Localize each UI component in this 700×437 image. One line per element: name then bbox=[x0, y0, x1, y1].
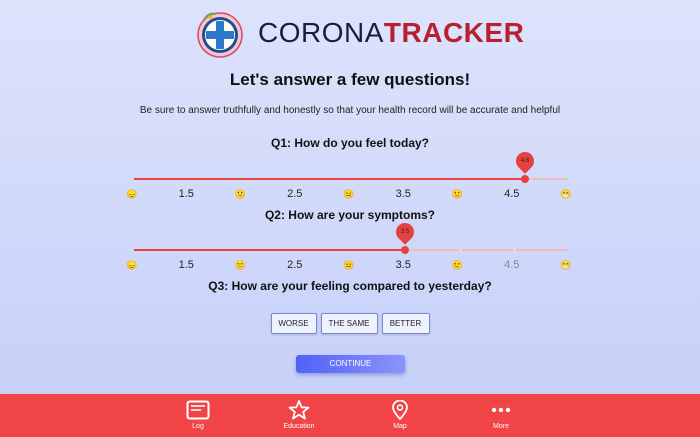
scale-label: 2.5 bbox=[287, 188, 303, 200]
tab-more-label: More bbox=[493, 423, 509, 430]
scale-label: 4.5 bbox=[504, 259, 520, 271]
brand-wordmark: CORONATRACKER bbox=[258, 17, 525, 48]
scale-label: 🙂 bbox=[451, 260, 464, 270]
slider-value-bubble: 4.6 bbox=[511, 148, 538, 174]
scale-label: 1.5 bbox=[178, 259, 194, 271]
scale-label: 🙂 bbox=[451, 189, 464, 199]
scale-label: 😐 bbox=[343, 260, 355, 270]
slider-thumb[interactable] bbox=[401, 246, 410, 254]
question-1-title: Q1: How do you feel today? bbox=[270, 136, 429, 150]
scale-label: 😞 bbox=[126, 260, 138, 270]
tab-education[interactable]: Education bbox=[259, 400, 339, 430]
tab-map-label: Map bbox=[393, 423, 407, 430]
question-2-title: Q2: How are your symptoms? bbox=[264, 208, 436, 222]
slider-tick bbox=[513, 249, 515, 251]
worse-button[interactable]: WORSE bbox=[270, 313, 317, 334]
scale-label: 😐 bbox=[343, 189, 355, 199]
page-subtitle: Be sure to answer truthfully and honestl… bbox=[139, 105, 561, 116]
question-3-options: WORSE THE SAME BETTER bbox=[0, 313, 700, 334]
scale-label: 3.5 bbox=[395, 259, 411, 271]
question-3-title: Q3: How are your feeling compared to yes… bbox=[208, 279, 492, 293]
question-1-slider[interactable]: 4.6 bbox=[134, 148, 568, 183]
question-1-scale-labels: 😞 1.5 🙁 2.5 😐 3.5 🙂 4.5 😁 bbox=[0, 188, 700, 202]
slider-fill bbox=[134, 249, 406, 251]
tab-education-label: Education bbox=[283, 423, 315, 430]
scale-label: 😞 bbox=[126, 189, 138, 199]
page-heading: Let's answer a few questions! bbox=[229, 70, 471, 89]
tab-map[interactable]: Map bbox=[360, 400, 440, 430]
the-same-button[interactable]: THE SAME bbox=[320, 313, 378, 334]
tab-log-label: Log bbox=[192, 423, 204, 430]
slider-fill bbox=[134, 178, 525, 180]
scale-label: 😁 bbox=[560, 260, 572, 270]
slider-thumb[interactable] bbox=[520, 175, 529, 183]
question-2-slider[interactable]: 3.5 bbox=[134, 219, 568, 254]
better-button[interactable]: BETTER bbox=[381, 313, 430, 334]
bottom-tab-bar: Log Education Map More bbox=[0, 394, 700, 437]
scale-label: 2.5 bbox=[287, 259, 303, 271]
scale-label: 3.5 bbox=[395, 188, 411, 200]
tab-log[interactable]: Log bbox=[158, 400, 238, 430]
tab-more[interactable]: More bbox=[461, 400, 541, 430]
slider-tick bbox=[459, 249, 461, 251]
slider-value-bubble: 3.5 bbox=[392, 219, 418, 245]
corona-tracker-logo-icon bbox=[197, 12, 243, 58]
scale-label: 🙁 bbox=[234, 189, 247, 199]
question-2-scale-labels: 😞 1.5 🙁 2.5 😐 3.5 🙂 4.5 😁 bbox=[0, 259, 700, 273]
scale-label: 😁 bbox=[560, 189, 572, 199]
star-icon bbox=[288, 400, 310, 420]
more-dots-icon bbox=[491, 407, 511, 413]
scale-label: 1.5 bbox=[178, 188, 194, 200]
map-pin-icon bbox=[392, 400, 408, 420]
scale-label: 4.5 bbox=[504, 188, 520, 200]
log-icon bbox=[186, 400, 210, 420]
continue-button[interactable]: CONTINUE bbox=[296, 355, 405, 373]
scale-label: 🙁 bbox=[234, 260, 247, 270]
